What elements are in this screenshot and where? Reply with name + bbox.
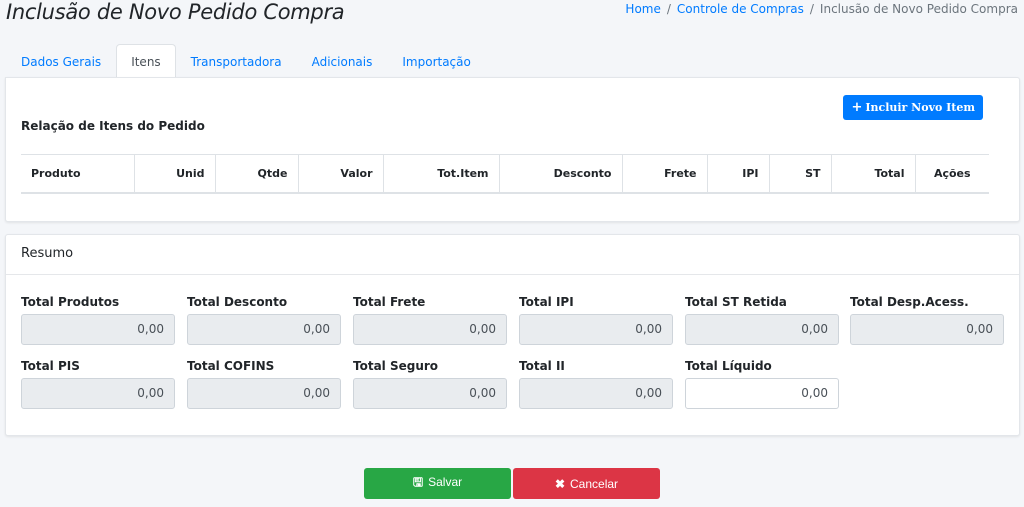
column-header-st[interactable]: ST bbox=[769, 154, 832, 194]
save-label: Salvar bbox=[428, 475, 463, 489]
tab-bar: Dados Gerais Itens Transportadora Adicio… bbox=[6, 44, 486, 78]
items-table: Produto Unid Qtde Valor Tot.Item Descont… bbox=[21, 154, 989, 194]
cancel-label: Cancelar bbox=[570, 476, 619, 491]
plus-icon: + bbox=[851, 100, 863, 115]
resumo-card: Resumo Total Produtos 0,00 Total Descont… bbox=[5, 234, 1020, 436]
column-header-frete[interactable]: Frete bbox=[622, 154, 708, 194]
floppy-disk-icon: 🖫 bbox=[412, 475, 424, 489]
breadcrumb-current: Inclusão de Novo Pedido Compra bbox=[819, 2, 1018, 16]
resumo-title: Resumo bbox=[21, 246, 74, 261]
field-label: Total Seguro bbox=[353, 359, 439, 373]
add-item-label: Incluir Novo Item bbox=[865, 101, 975, 114]
total-produtos-field: Total Produtos 0,00 bbox=[21, 295, 175, 345]
column-header-qtde[interactable]: Qtde bbox=[215, 154, 299, 194]
itens-card: + Incluir Novo Item Relação de Itens do P… bbox=[5, 77, 1020, 222]
total-desp-acess-field: Total Desp.Acess. 0,00 bbox=[850, 295, 1004, 345]
total-seguro-input: 0,00 bbox=[353, 378, 507, 409]
field-label: Total Frete bbox=[353, 295, 426, 309]
total-pis-field: Total PIS 0,00 bbox=[21, 359, 175, 409]
total-st-retida-input: 0,00 bbox=[685, 314, 839, 345]
total-desconto-field: Total Desconto 0,00 bbox=[187, 295, 341, 345]
column-header-tot-item[interactable]: Tot.Item bbox=[383, 154, 500, 194]
total-ipi-field: Total IPI 0,00 bbox=[519, 295, 673, 345]
divider bbox=[6, 274, 1019, 275]
column-header-total[interactable]: Total bbox=[831, 154, 916, 194]
column-header-produto[interactable]: Produto bbox=[21, 154, 135, 194]
breadcrumb-home-link[interactable]: Home bbox=[625, 2, 660, 16]
column-header-acoes: Ações bbox=[915, 154, 989, 194]
total-st-retida-field: Total ST Retida 0,00 bbox=[685, 295, 839, 345]
breadcrumb: Home / Controle de Compras / Inclusão de Nov… bbox=[625, 2, 1018, 16]
total-cofins-input: 0,00 bbox=[187, 378, 341, 409]
field-label: Total Produtos bbox=[21, 295, 120, 309]
field-label: Total II bbox=[519, 359, 565, 373]
column-header-valor[interactable]: Valor bbox=[298, 154, 384, 194]
total-ii-input: 0,00 bbox=[519, 378, 673, 409]
total-liquido-field: Total Líquido 0,00 bbox=[685, 359, 839, 409]
add-item-button[interactable]: + Incluir Novo Item bbox=[843, 95, 983, 120]
field-label: Total ST Retida bbox=[685, 295, 787, 309]
table-header-row: Produto Unid Qtde Valor Tot.Item Descont… bbox=[21, 154, 989, 194]
breadcrumb-separator: / bbox=[666, 2, 671, 16]
total-ipi-input: 0,00 bbox=[519, 314, 673, 345]
total-pis-input: 0,00 bbox=[21, 378, 175, 409]
total-frete-input: 0,00 bbox=[353, 314, 507, 345]
total-produtos-input: 0,00 bbox=[21, 314, 175, 345]
tab-adicionais[interactable]: Adicionais bbox=[297, 44, 388, 78]
tab-itens[interactable]: Itens bbox=[116, 44, 176, 78]
tab-importacao[interactable]: Importação bbox=[387, 44, 485, 78]
field-label: Total Desconto bbox=[187, 295, 288, 309]
column-header-unid[interactable]: Unid bbox=[134, 154, 216, 194]
breadcrumb-controle-link[interactable]: Controle de Compras bbox=[677, 2, 804, 16]
total-desconto-input: 0,00 bbox=[187, 314, 341, 345]
column-header-desconto[interactable]: Desconto bbox=[499, 154, 623, 194]
field-label: Total Líquido bbox=[685, 359, 772, 373]
breadcrumb-separator: / bbox=[809, 2, 814, 16]
total-ii-field: Total II 0,00 bbox=[519, 359, 673, 409]
tab-dados-gerais[interactable]: Dados Gerais bbox=[6, 44, 116, 78]
column-header-ipi[interactable]: IPI bbox=[707, 154, 770, 194]
total-frete-field: Total Frete 0,00 bbox=[353, 295, 507, 345]
total-cofins-field: Total COFINS 0,00 bbox=[187, 359, 341, 409]
field-label: Total Desp.Acess. bbox=[850, 295, 969, 309]
field-label: Total IPI bbox=[519, 295, 574, 309]
total-liquido-input[interactable]: 0,00 bbox=[685, 378, 839, 409]
field-label: Total PIS bbox=[21, 359, 80, 373]
tab-transportadora[interactable]: Transportadora bbox=[176, 44, 297, 78]
items-section-title: Relação de Itens do Pedido bbox=[21, 119, 205, 133]
cancel-button[interactable]: ✖ Cancelar bbox=[513, 468, 660, 499]
total-seguro-field: Total Seguro 0,00 bbox=[353, 359, 507, 409]
total-desp-acess-input: 0,00 bbox=[850, 314, 1004, 345]
page-title: Inclusão de Novo Pedido Compra bbox=[6, 0, 345, 24]
field-label: Total COFINS bbox=[187, 359, 275, 373]
save-button[interactable]: 🖫 Salvar bbox=[364, 468, 511, 499]
close-icon: ✖ bbox=[554, 476, 566, 491]
